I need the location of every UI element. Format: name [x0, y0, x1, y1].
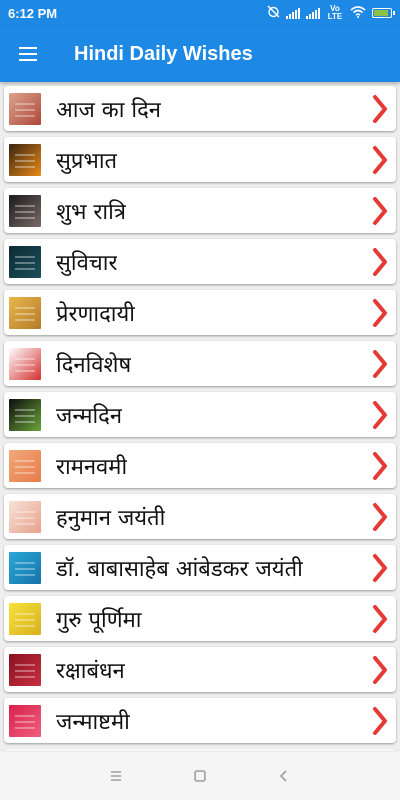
list-item[interactable] — [4, 749, 396, 750]
category-thumbnail — [9, 245, 41, 278]
list-item[interactable]: हनुमान जयंती — [4, 494, 396, 539]
chevron-right-icon — [373, 451, 387, 480]
battery-charging-icon — [372, 8, 395, 18]
list-item-label: सुप्रभात — [56, 148, 118, 174]
list-item[interactable]: रक्षाबंधन — [4, 647, 396, 692]
signal-icon-2 — [306, 7, 320, 19]
recents-icon — [111, 771, 121, 781]
chevron-right-icon — [373, 604, 387, 633]
back-button[interactable] — [272, 764, 296, 788]
chevron-right-icon — [373, 298, 387, 327]
home-icon — [194, 770, 206, 782]
wifi-icon — [350, 5, 366, 21]
status-time: 6:12 PM — [8, 5, 58, 21]
signal-icon — [286, 7, 300, 19]
network-label: Vo LTE — [327, 4, 343, 21]
hamburger-menu-icon — [19, 47, 37, 61]
category-thumbnail — [9, 194, 41, 227]
recents-button[interactable] — [104, 764, 128, 788]
back-icon — [279, 770, 287, 782]
list-item-label: जन्मदिन — [56, 403, 123, 429]
list-item-label: प्रेरणादायी — [56, 301, 135, 327]
system-nav-bar — [0, 752, 400, 800]
list-item[interactable]: आज का दिन — [4, 86, 396, 131]
list-item[interactable]: सुविचार — [4, 239, 396, 284]
category-thumbnail — [9, 653, 41, 686]
list-item-label: शुभ रात्रि — [56, 199, 126, 225]
app-title: Hindi Daily Wishes — [74, 42, 253, 65]
category-thumbnail — [9, 551, 41, 584]
list-item-label: रामनवमी — [56, 454, 128, 480]
category-thumbnail — [9, 704, 41, 737]
chevron-right-icon — [373, 706, 387, 735]
category-thumbnail — [9, 449, 41, 482]
chevron-right-icon — [373, 145, 387, 174]
list-item[interactable]: जन्माष्टमी — [4, 698, 396, 743]
category-thumbnail — [9, 602, 41, 635]
alarm-off-icon — [267, 5, 280, 21]
list-item[interactable]: सुप्रभात — [4, 137, 396, 182]
category-thumbnail — [9, 500, 41, 533]
list-item-label: सुविचार — [56, 250, 118, 276]
chevron-right-icon — [373, 655, 387, 684]
category-list[interactable]: आज का दिन सुप्रभात शुभ रात्रि सुविचार प्रेरण… — [0, 86, 400, 750]
list-item[interactable]: प्रेरणादायी — [4, 290, 396, 335]
list-item[interactable]: शुभ रात्रि — [4, 188, 396, 233]
chevron-right-icon — [373, 349, 387, 378]
category-thumbnail — [9, 398, 41, 431]
status-bar: 6:12 PM Vo LTE — [0, 0, 400, 26]
list-item[interactable]: जन्मदिन — [4, 392, 396, 437]
list-item-label: आज का दिन — [56, 97, 161, 123]
list-item-label: हनुमान जयंती — [56, 505, 166, 531]
chevron-right-icon — [373, 400, 387, 429]
chevron-right-icon — [373, 502, 387, 531]
list-item-label: रक्षाबंधन — [56, 658, 125, 684]
list-item-label: दिनविशेष — [56, 352, 132, 378]
category-thumbnail — [9, 296, 41, 329]
list-item[interactable]: दिनविशेष — [4, 341, 396, 386]
chevron-right-icon — [373, 94, 387, 123]
app-bar: Hindi Daily Wishes — [0, 26, 400, 82]
list-item[interactable]: रामनवमी — [4, 443, 396, 488]
list-item-label: डॉ. बाबासाहेब आंबेडकर जयंती — [56, 556, 303, 582]
hamburger-menu-button[interactable] — [0, 26, 56, 82]
category-thumbnail — [9, 92, 41, 125]
chevron-right-icon — [373, 553, 387, 582]
chevron-right-icon — [373, 247, 387, 276]
list-item-label: जन्माष्टमी — [56, 709, 130, 735]
list-item-label: गुरु पूर्णिमा — [56, 607, 142, 633]
list-item[interactable]: गुरु पूर्णिमा — [4, 596, 396, 641]
list-item[interactable]: डॉ. बाबासाहेब आंबेडकर जयंती — [4, 545, 396, 590]
category-thumbnail — [9, 143, 41, 176]
home-button[interactable] — [188, 764, 212, 788]
category-thumbnail — [9, 347, 41, 380]
battery-level — [374, 10, 389, 16]
status-icons: Vo LTE — [267, 4, 395, 21]
chevron-right-icon — [373, 196, 387, 225]
